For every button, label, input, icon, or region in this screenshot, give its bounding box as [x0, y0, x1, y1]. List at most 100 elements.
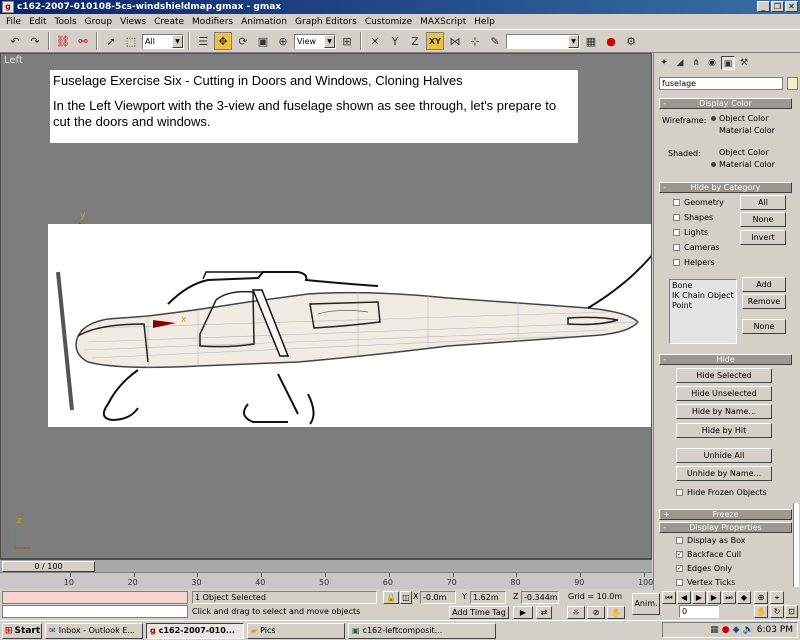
fuselage-3view-area[interactable]: x [48, 224, 652, 427]
maximize-viewport-icon[interactable]: ⊡ [785, 605, 798, 618]
align-icon[interactable]: ⊹ [466, 32, 484, 50]
left-viewport[interactable]: Left Fuselage Exercise Six - Cutting in … [0, 53, 652, 559]
hide-frozen-checkbox[interactable] [676, 489, 683, 496]
time-slider-thumb[interactable]: 0 / 100 [2, 561, 95, 572]
named-selection-dropdown[interactable]: ▼ [506, 33, 580, 49]
pivot-icon[interactable]: ⊕ [274, 32, 292, 50]
undo-icon[interactable]: ↶ [6, 32, 24, 50]
hide-all-button[interactable]: All [740, 195, 786, 210]
category-list[interactable]: Bone IK Chain Object Point [669, 279, 737, 344]
tray-icon[interactable]: ● [722, 625, 730, 635]
utilities-tab-icon[interactable]: ⚒ [737, 56, 751, 70]
display-tab-icon[interactable]: ▣ [721, 56, 735, 70]
hide-by-name-button[interactable]: Hide by Name... [676, 404, 772, 419]
display-color-rollout[interactable]: - Display Color [659, 98, 792, 109]
shaded-object-color-radio[interactable]: Object Color [711, 148, 768, 157]
unhide-by-name-button[interactable]: Unhide by Name... [676, 466, 772, 481]
category-add-button[interactable]: Add [742, 277, 786, 292]
restrict-to-x-icon[interactable]: ✕ [366, 32, 384, 50]
menu-tools[interactable]: Tools [51, 17, 81, 27]
menu-animation[interactable]: Animation [237, 17, 291, 27]
wireframe-object-color-radio[interactable]: Object Color [711, 114, 768, 123]
viewport-label[interactable]: Left [4, 55, 23, 66]
pan-icon[interactable]: ✋ [607, 606, 625, 619]
fuselage-drawing[interactable]: x [48, 224, 652, 427]
menu-graph-editors[interactable]: Graph Editors [291, 17, 361, 27]
x-coord-field[interactable]: -0.0m [420, 591, 456, 604]
maxscript-listener-mini[interactable] [2, 591, 188, 604]
object-name-field[interactable]: fuselage [659, 77, 783, 90]
absolute-mode-icon[interactable]: ◫ [400, 591, 412, 604]
menu-help[interactable]: Help [470, 17, 499, 27]
previous-frame-icon[interactable]: ◀ [677, 591, 691, 604]
field-of-view-icon[interactable]: ⌖ [770, 591, 784, 604]
menu-file[interactable]: File [2, 17, 25, 27]
menu-modifiers[interactable]: Modifiers [188, 17, 237, 27]
zoom-extents-icon[interactable]: ⊕ [754, 591, 768, 604]
create-tab-icon[interactable]: ✦ [657, 56, 671, 70]
rectangular-selection-icon[interactable]: ⬚ [122, 32, 140, 50]
quick-render-icon[interactable]: ⚙ [622, 32, 640, 50]
arc-rotate-icon[interactable]: ↻ [770, 605, 784, 618]
menu-edit[interactable]: Edit [25, 17, 50, 27]
hide-by-category-rollout[interactable]: - Hide by Category [659, 182, 792, 193]
display-property-checkbox[interactable] [676, 579, 683, 586]
anim-mode-button[interactable]: Anim. [632, 593, 660, 615]
unlink-selection-icon[interactable]: ⚯ [74, 32, 92, 50]
selection-filter-dropdown[interactable]: All ▼ [142, 33, 184, 49]
material-editor-icon[interactable]: ▦ [582, 32, 600, 50]
menu-maxscript[interactable]: MAXScript [416, 17, 470, 27]
menu-create[interactable]: Create [150, 17, 188, 27]
minimize-button[interactable]: _ [757, 1, 770, 12]
y-coord-field[interactable]: 1.62m [470, 591, 506, 604]
restrict-to-y-icon[interactable]: Y [386, 32, 404, 50]
reference-coordinate-dropdown[interactable]: View ▼ [294, 33, 336, 49]
list-item[interactable]: IK Chain Object [672, 291, 734, 301]
chevron-down-icon[interactable]: ▼ [568, 34, 579, 48]
key-mode-icon[interactable]: ⇄ [536, 606, 552, 619]
select-and-scale-icon[interactable]: ▣ [254, 32, 272, 50]
shaded-material-color-radio[interactable]: Material Color [711, 160, 775, 169]
hide-rollout[interactable]: - Hide [659, 354, 792, 365]
freeze-rollout[interactable]: + Freeze [659, 509, 792, 520]
chevron-down-icon[interactable]: ▼ [324, 34, 335, 48]
display-property-checkbox[interactable]: ✓ [676, 551, 683, 558]
list-item[interactable]: Bone [672, 281, 734, 291]
category-checkbox-shapes[interactable] [673, 214, 680, 221]
display-properties-rollout[interactable]: - Display Properties [659, 522, 792, 533]
hide-unselected-button[interactable]: Hide Unselected [676, 386, 772, 401]
mirror-icon[interactable]: ⋈ [446, 32, 464, 50]
task-composite[interactable]: ▣ c162-leftcomposit... [348, 622, 496, 639]
play-icon[interactable]: ▶ [692, 591, 706, 604]
key-mode-toggle-icon[interactable]: ◆ [737, 591, 751, 604]
render-scene-icon[interactable]: ☼ [567, 606, 585, 619]
next-frame-icon[interactable]: ▶ [707, 591, 721, 604]
display-property-checkbox[interactable]: ✓ [676, 565, 683, 572]
render-icon[interactable]: ● [602, 32, 620, 50]
category-none-button[interactable]: None [742, 319, 786, 334]
unhide-all-button[interactable]: Unhide All [676, 448, 772, 463]
menu-group[interactable]: Group [81, 17, 116, 27]
category-checkbox-geometry[interactable] [673, 199, 680, 206]
category-checkbox-lights[interactable] [673, 229, 680, 236]
category-remove-button[interactable]: Remove [742, 294, 786, 309]
hide-selected-button[interactable]: Hide Selected [676, 368, 772, 383]
task-outlook[interactable]: ✉ Inbox - Outlook E... [45, 622, 143, 639]
use-center-icon[interactable]: ⊞ [338, 32, 356, 50]
gmax-app-icon[interactable]: g [2, 1, 14, 13]
current-frame-field[interactable]: 0 [679, 605, 719, 618]
hide-invert-button[interactable]: Invert [740, 230, 786, 245]
select-and-move-icon[interactable]: ✥ [214, 32, 232, 50]
hierarchy-tab-icon[interactable]: ⋔ [689, 56, 703, 70]
restrict-to-xy-button[interactable]: XY [426, 32, 444, 50]
tray-icon[interactable]: ▦ [710, 625, 719, 635]
track-bar[interactable]: 10 20 30 40 50 60 70 80 90 100 [0, 572, 653, 589]
select-and-rotate-icon[interactable]: ⟳ [234, 32, 252, 50]
go-to-end-icon[interactable]: ⏭ [722, 591, 736, 604]
go-to-start-icon[interactable]: ⏮ [662, 591, 676, 604]
clock[interactable]: 6:03 PM [757, 625, 793, 635]
select-by-name-icon[interactable]: ☰ [194, 32, 212, 50]
category-checkbox-cameras[interactable] [673, 244, 680, 251]
object-color-swatch[interactable] [787, 77, 798, 90]
zoom-icon[interactable]: ⊘ [587, 606, 605, 619]
